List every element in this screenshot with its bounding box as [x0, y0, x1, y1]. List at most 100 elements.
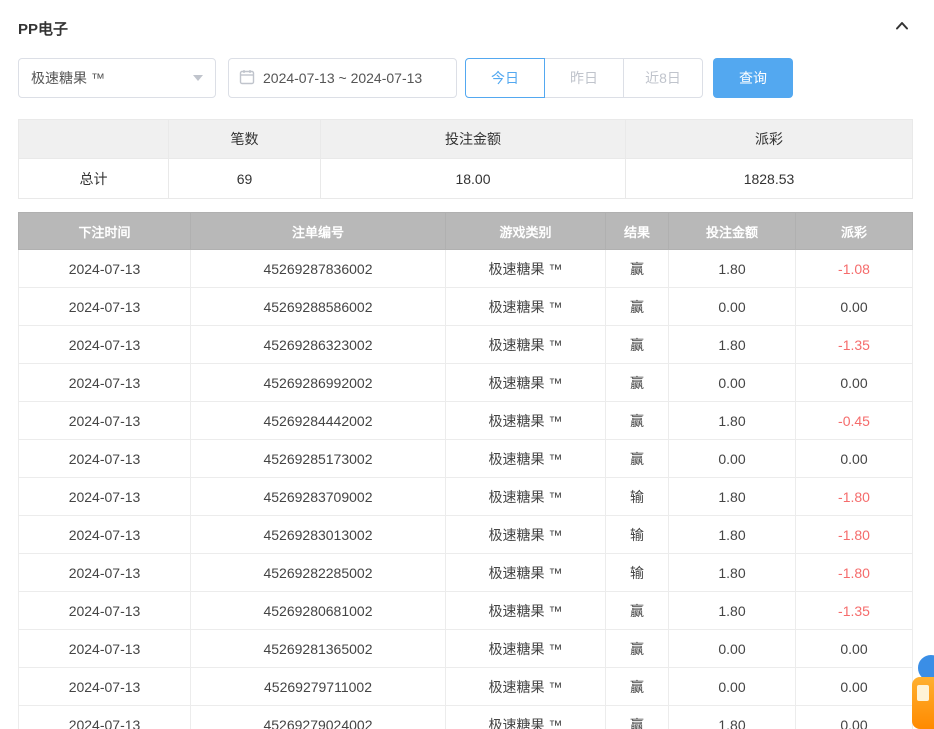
table-row: 2024-07-1345269283709002极速糖果 ™输1.80-1.80 [19, 478, 913, 516]
cell-payout: -1.80 [796, 554, 913, 592]
chevron-up-icon [893, 17, 911, 40]
chevron-down-icon [193, 75, 203, 81]
cell-payout: 0.00 [796, 288, 913, 326]
calendar-icon [239, 69, 255, 88]
summary-header-row: 笔数 投注金额 派彩 [19, 120, 913, 159]
summary-total-count: 69 [169, 159, 321, 199]
cell-bet: 1.80 [669, 250, 796, 288]
game-select-value: 极速糖果 ™ [31, 68, 105, 88]
table-row: 2024-07-1345269281365002极速糖果 ™赢0.000.00 [19, 630, 913, 668]
cell-order: 45269283709002 [191, 478, 446, 516]
summary-header-bet: 投注金额 [321, 120, 626, 159]
cell-bet: 0.00 [669, 440, 796, 478]
cell-date: 2024-07-13 [19, 478, 191, 516]
cell-bet: 0.00 [669, 668, 796, 706]
table-row: 2024-07-1345269280681002极速糖果 ™赢1.80-1.35 [19, 592, 913, 630]
column-header: 派彩 [796, 213, 913, 250]
cell-payout: -1.08 [796, 250, 913, 288]
summary-total-bet: 18.00 [321, 159, 626, 199]
cell-order: 45269283013002 [191, 516, 446, 554]
cell-payout: -1.35 [796, 326, 913, 364]
cell-date: 2024-07-13 [19, 554, 191, 592]
game-select[interactable]: 极速糖果 ™ [18, 58, 216, 98]
cell-game: 极速糖果 ™ [446, 706, 606, 729]
cell-bet: 1.80 [669, 554, 796, 592]
cell-bet: 1.80 [669, 516, 796, 554]
bet-table-body: 2024-07-1345269287836002极速糖果 ™赢1.80-1.08… [19, 250, 913, 729]
table-row: 2024-07-1345269286992002极速糖果 ™赢0.000.00 [19, 364, 913, 402]
cell-date: 2024-07-13 [19, 364, 191, 402]
floating-widget [910, 653, 934, 729]
cell-game: 极速糖果 ™ [446, 402, 606, 440]
collapse-button[interactable] [892, 18, 912, 38]
cell-date: 2024-07-13 [19, 440, 191, 478]
promo-tab-icon[interactable] [912, 677, 934, 729]
table-row: 2024-07-1345269284442002极速糖果 ™赢1.80-0.45 [19, 402, 913, 440]
summary-total-row: 总计 69 18.00 1828.53 [19, 159, 913, 199]
filter-bar: 极速糖果 ™ 2024-07-13 ~ 2024-07-13 今日 昨日 近8日… [18, 58, 912, 98]
cell-result: 赢 [606, 326, 669, 364]
cell-date: 2024-07-13 [19, 630, 191, 668]
summary-total-payout: 1828.53 [626, 159, 913, 199]
cell-game: 极速糖果 ™ [446, 592, 606, 630]
cell-order: 45269284442002 [191, 402, 446, 440]
cell-order: 45269286992002 [191, 364, 446, 402]
column-header: 下注时间 [19, 213, 191, 250]
cell-payout: 0.00 [796, 706, 913, 729]
summary-header-blank [19, 120, 169, 159]
cell-date: 2024-07-13 [19, 288, 191, 326]
summary-table: 笔数 投注金额 派彩 总计 69 18.00 1828.53 [18, 119, 913, 199]
cell-bet: 1.80 [669, 478, 796, 516]
summary-header-count: 笔数 [169, 120, 321, 159]
table-row: 2024-07-1345269279711002极速糖果 ™赢0.000.00 [19, 668, 913, 706]
cell-order: 45269287836002 [191, 250, 446, 288]
column-header: 投注金额 [669, 213, 796, 250]
cell-game: 极速糖果 ™ [446, 554, 606, 592]
cell-bet: 1.80 [669, 402, 796, 440]
cell-result: 赢 [606, 668, 669, 706]
summary-header-payout: 派彩 [626, 120, 913, 159]
cell-date: 2024-07-13 [19, 706, 191, 729]
table-row: 2024-07-1345269283013002极速糖果 ™输1.80-1.80 [19, 516, 913, 554]
column-header: 结果 [606, 213, 669, 250]
cell-bet: 0.00 [669, 364, 796, 402]
cell-bet: 0.00 [669, 288, 796, 326]
cell-result: 赢 [606, 630, 669, 668]
bet-table-header-row: 下注时间注单编号游戏类别结果投注金额派彩 [19, 213, 913, 250]
search-button[interactable]: 查询 [713, 58, 793, 98]
yesterday-button[interactable]: 昨日 [544, 58, 624, 98]
bet-table: 下注时间注单编号游戏类别结果投注金额派彩 2024-07-13452692878… [18, 212, 913, 729]
cell-order: 45269282285002 [191, 554, 446, 592]
cell-date: 2024-07-13 [19, 250, 191, 288]
quick-range-group: 今日 昨日 近8日 [465, 58, 703, 98]
cell-result: 赢 [606, 706, 669, 729]
date-range-picker[interactable]: 2024-07-13 ~ 2024-07-13 [228, 58, 457, 98]
cell-date: 2024-07-13 [19, 668, 191, 706]
cell-order: 45269288586002 [191, 288, 446, 326]
cell-result: 赢 [606, 288, 669, 326]
report-panel: PP电子 极速糖果 ™ 2024-07-13 ~ 2024-07-13 今日 昨… [0, 0, 934, 729]
cell-result: 输 [606, 554, 669, 592]
cell-date: 2024-07-13 [19, 326, 191, 364]
cell-date: 2024-07-13 [19, 592, 191, 630]
cell-game: 极速糖果 ™ [446, 478, 606, 516]
cell-order: 45269279024002 [191, 706, 446, 729]
cell-order: 45269281365002 [191, 630, 446, 668]
cell-game: 极速糖果 ™ [446, 288, 606, 326]
cell-result: 赢 [606, 364, 669, 402]
cell-date: 2024-07-13 [19, 516, 191, 554]
last-8-days-button[interactable]: 近8日 [623, 58, 703, 98]
cell-payout: -1.80 [796, 478, 913, 516]
cell-payout: -1.80 [796, 516, 913, 554]
panel-header: PP电子 [18, 16, 912, 40]
cell-payout: -0.45 [796, 402, 913, 440]
cell-game: 极速糖果 ™ [446, 630, 606, 668]
cell-bet: 1.80 [669, 706, 796, 729]
today-button[interactable]: 今日 [465, 58, 545, 98]
cell-result: 输 [606, 516, 669, 554]
table-row: 2024-07-1345269287836002极速糖果 ™赢1.80-1.08 [19, 250, 913, 288]
cell-payout: 0.00 [796, 364, 913, 402]
table-row: 2024-07-1345269288586002极速糖果 ™赢0.000.00 [19, 288, 913, 326]
cell-payout: 0.00 [796, 440, 913, 478]
date-range-value: 2024-07-13 ~ 2024-07-13 [263, 70, 422, 86]
